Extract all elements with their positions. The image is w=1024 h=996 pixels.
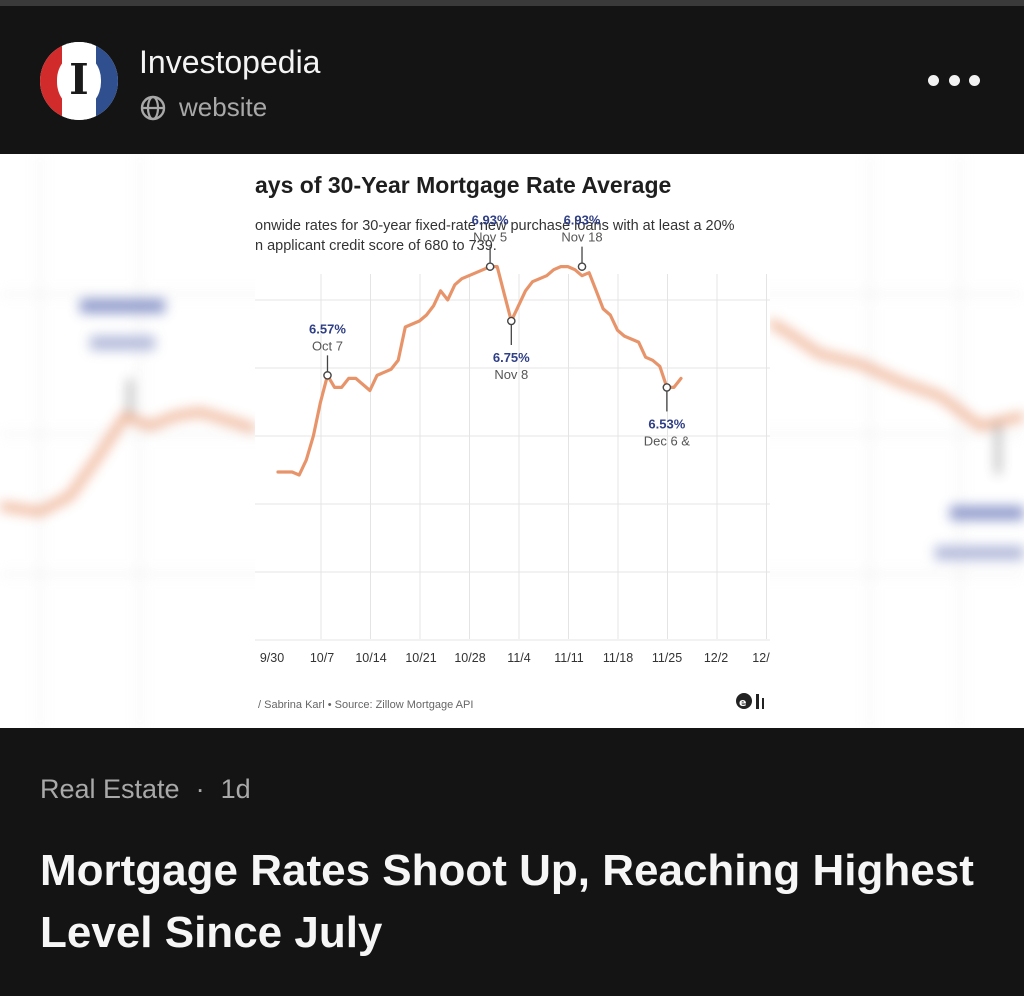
- series-line: [276, 264, 683, 477]
- article-image[interactable]: ays of 30-Year Mortgage Rate Average onw…: [0, 154, 1024, 728]
- publisher-name[interactable]: Investopedia: [139, 44, 320, 81]
- annotation-point: [323, 371, 332, 380]
- post-meta: Real Estate · 1d: [40, 774, 251, 805]
- post-headline[interactable]: Mortgage Rates Shoot Up, Reaching Highes…: [40, 840, 980, 964]
- annotation-value: 6.75%: [493, 350, 530, 365]
- category-label[interactable]: Real Estate: [40, 774, 180, 805]
- globe-icon: [140, 95, 166, 120]
- annotation-point: [485, 262, 495, 271]
- chart-card: ays of 30-Year Mortgage Rate Average onw…: [255, 154, 770, 728]
- more-dot: [969, 74, 980, 86]
- annotation: 6.75% Nov 8: [493, 316, 530, 382]
- chart-credit: / Sabrina Karl • Source: Zillow Mortgage…: [258, 699, 473, 711]
- annotation-value: 6.53%: [648, 416, 685, 431]
- annotation-date: Dec 6 &: [644, 433, 691, 448]
- x-tick-label: 11/18: [603, 651, 633, 665]
- mortgage-rate-chart: ays of 30-Year Mortgage Rate Average onw…: [255, 172, 770, 711]
- chart-x-axis: 9/30 10/7 10/14 10/21 10/28 11/4 11/11 11/18 11/…: [260, 651, 770, 665]
- publisher-avatar[interactable]: I: [40, 42, 118, 120]
- x-tick-label: 12/: [752, 651, 770, 665]
- source-type-label: website: [179, 92, 268, 122]
- annotation-value: 6.93%: [564, 213, 601, 228]
- x-tick-label: 10/21: [405, 651, 436, 665]
- annotation-date: Nov 5: [473, 230, 507, 245]
- annotation-point: [577, 262, 587, 271]
- x-tick-label: 11/25: [652, 651, 682, 665]
- x-tick-label: 11/4: [507, 651, 530, 665]
- chart-title: ays of 30-Year Mortgage Rate Average: [255, 172, 671, 198]
- more-dot: [928, 74, 939, 86]
- annotation-date: Nov 18: [561, 230, 602, 245]
- svg-text:e: e: [739, 696, 746, 709]
- annotation: 6.93% Nov 5: [472, 213, 509, 271]
- more-options-icon[interactable]: [928, 68, 980, 92]
- meta-separator: ·: [195, 774, 205, 804]
- annotation-point: [662, 383, 672, 392]
- annotation: 6.57% Oct 7: [309, 321, 346, 380]
- x-tick-label: 10/28: [454, 651, 485, 665]
- annotation-date: Oct 7: [312, 338, 343, 353]
- annotation-point: [507, 316, 516, 326]
- x-tick-label: 11/11: [554, 651, 583, 665]
- annotation: 6.93% Nov 18: [561, 213, 603, 271]
- x-tick-label: 10/7: [310, 651, 334, 665]
- chart-subtitle-line2: n applicant credit score of 680 to 739.: [255, 238, 497, 254]
- avatar-letter: I: [69, 55, 89, 104]
- publisher-source-row: website: [139, 92, 267, 123]
- annotation: 6.53% Dec 6 &: [644, 383, 691, 448]
- x-tick-label: 10/14: [355, 651, 386, 665]
- annotation-value: 6.57%: [309, 321, 346, 336]
- annotation-value: 6.93%: [472, 213, 509, 228]
- chart-logo-icon: e: [736, 693, 764, 709]
- annotation-date: Nov 8: [494, 367, 528, 382]
- x-tick-label: 12/2: [704, 651, 728, 665]
- x-tick-label: 9/30: [260, 651, 284, 665]
- more-dot: [948, 74, 960, 86]
- post-age: 1d: [220, 774, 251, 804]
- post-header: I Investopedia website: [0, 6, 1024, 154]
